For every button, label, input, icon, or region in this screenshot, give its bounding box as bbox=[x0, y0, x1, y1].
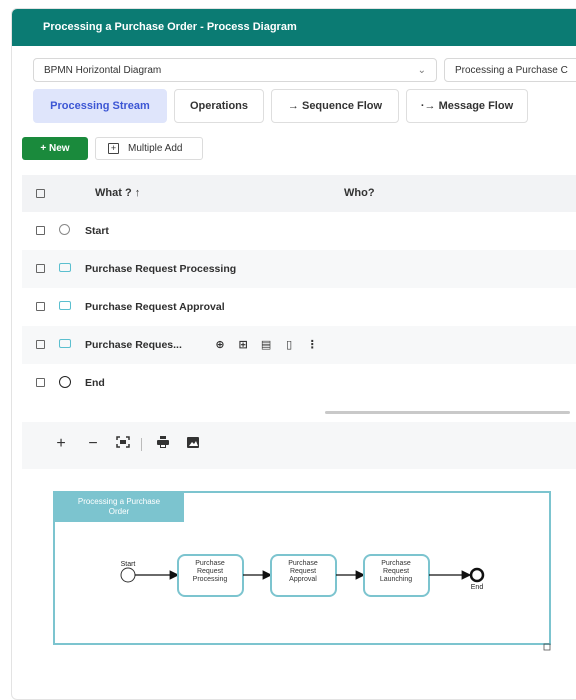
header-who[interactable]: Who? bbox=[344, 175, 375, 212]
row-checkbox[interactable] bbox=[36, 378, 45, 387]
row-checkbox[interactable] bbox=[36, 302, 45, 311]
task-label-2: Purchase Request Approval bbox=[288, 560, 318, 583]
task-icon bbox=[59, 263, 71, 272]
zoom-in-icon[interactable]: + bbox=[52, 435, 70, 453]
toolbar-divider bbox=[141, 438, 142, 451]
new-button[interactable]: + New bbox=[22, 137, 88, 160]
row-checkbox[interactable] bbox=[36, 340, 45, 349]
select-all-checkbox[interactable] bbox=[36, 189, 45, 198]
process-table: What ? ↑ Who? Start Purchase Request Pro… bbox=[22, 175, 576, 402]
start-event-icon bbox=[59, 224, 70, 235]
process-select[interactable]: Processing a Purchase C bbox=[444, 58, 576, 82]
table-header: What ? ↑ Who? bbox=[22, 175, 576, 212]
row-checkbox[interactable] bbox=[36, 226, 45, 235]
diagram-start-event[interactable] bbox=[120, 567, 136, 583]
image-icon[interactable] bbox=[184, 435, 202, 453]
print-icon[interactable] bbox=[154, 435, 172, 453]
task-icon bbox=[59, 301, 71, 310]
diagram-end-label: End bbox=[471, 584, 484, 591]
zoom-out-icon[interactable]: − bbox=[84, 435, 102, 453]
diagram-toolbar: + − bbox=[22, 422, 576, 469]
horizontal-scrollbar[interactable] bbox=[325, 411, 570, 414]
task-label-1: Purchase Request Processing bbox=[193, 560, 228, 583]
process-diagram[interactable]: Processing a Purchase Order Start Purchas… bbox=[44, 484, 556, 659]
multiple-add-label: Multiple Add bbox=[128, 143, 183, 154]
page-title: Processing a Purchase Order - Process Di… bbox=[12, 9, 576, 46]
table-row[interactable]: Start bbox=[22, 212, 576, 250]
row-actions: ⊕ ⊞ ▤ ▯ ⋮ bbox=[210, 338, 322, 352]
multiple-add-icon: + bbox=[108, 143, 119, 154]
diagram-start-label: Start bbox=[121, 561, 136, 568]
row-label: Purchase Request Approval bbox=[85, 301, 225, 313]
add-circle-icon[interactable]: ⊕ bbox=[210, 338, 230, 351]
row-label: Purchase Request Processing bbox=[85, 263, 237, 275]
chevron-down-icon: ⌄ bbox=[417, 65, 426, 76]
end-event-icon bbox=[59, 376, 71, 388]
tab-message-flow[interactable]: ·→ Message Flow bbox=[406, 89, 528, 123]
table-row[interactable]: End bbox=[22, 364, 576, 402]
tab-sequence-flow[interactable]: → Sequence Flow bbox=[271, 89, 399, 123]
edit-icon[interactable]: ▤ bbox=[256, 338, 276, 351]
diagram-type-value: BPMN Horizontal Diagram bbox=[44, 65, 162, 76]
fit-screen-icon[interactable] bbox=[114, 435, 132, 453]
row-checkbox[interactable] bbox=[36, 264, 45, 273]
tab-processing-stream[interactable]: Processing Stream bbox=[33, 89, 167, 123]
process-value: Processing a Purchase C bbox=[455, 65, 568, 76]
task-icon bbox=[59, 339, 71, 348]
header-what[interactable]: What ? ↑ bbox=[95, 175, 140, 212]
row-label: Purchase Reques... bbox=[85, 339, 182, 351]
diagram-type-select[interactable]: BPMN Horizontal Diagram ⌄ bbox=[33, 58, 437, 82]
insert-icon[interactable]: ⊞ bbox=[233, 338, 253, 351]
task-label-3: Purchase Request Launching bbox=[380, 560, 412, 583]
more-icon[interactable]: ⋮ bbox=[302, 338, 322, 351]
row-label: Start bbox=[85, 225, 109, 237]
multiple-add-button[interactable]: + Multiple Add bbox=[95, 137, 203, 160]
table-row[interactable]: Purchase Reques... ⊕ ⊞ ▤ ▯ ⋮ bbox=[22, 326, 576, 364]
tab-operations[interactable]: Operations bbox=[174, 89, 264, 123]
row-label: End bbox=[85, 377, 105, 389]
table-row[interactable]: Purchase Request Processing bbox=[22, 250, 576, 288]
delete-icon[interactable]: ▯ bbox=[279, 338, 299, 351]
diagram-end-event[interactable] bbox=[469, 567, 485, 583]
table-row[interactable]: Purchase Request Approval bbox=[22, 288, 576, 326]
